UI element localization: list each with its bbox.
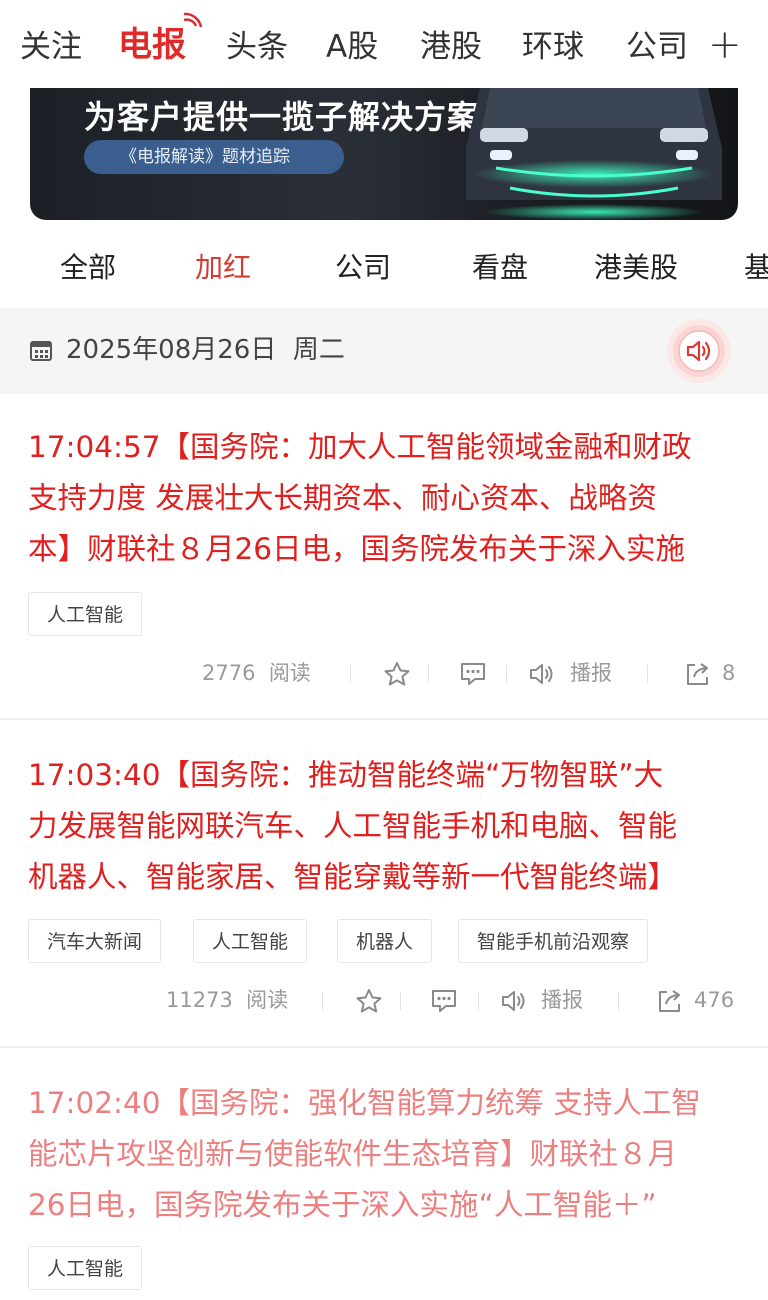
date-bar: 2025年08月26日 周二 (0, 308, 768, 394)
tab-hk-stocks[interactable]: 港股 (420, 26, 482, 68)
calendar-icon[interactable] (30, 339, 52, 361)
news-text: 17:03:40【国务院：推动智能终端“万物智联”大 力发展智能网联汽车、人工智… (28, 750, 740, 903)
divider (618, 992, 619, 1010)
add-channel-button[interactable]: + (708, 22, 742, 68)
weekday-label: 周二 (292, 335, 345, 365)
filter-tab-market[interactable]: 看盘 (472, 248, 528, 288)
read-count: 11273 阅读 (166, 988, 289, 1012)
tab-global[interactable]: 环球 (522, 26, 584, 68)
news-text-line: 能芯片攻坚创新与使能软件生态培育】财联社８月 (28, 1137, 678, 1171)
divider (400, 992, 401, 1010)
divider (428, 665, 429, 683)
share-count: 8 (722, 661, 736, 685)
divider (350, 665, 351, 683)
filter-tabs: 全部 加红 公司 看盘 港美股 基 (0, 238, 768, 298)
tag-chip[interactable]: 机器人 (337, 919, 433, 963)
news-headline: 【国务院：加大人工智能领域金融和财政 (160, 430, 692, 464)
broadcast-label[interactable]: 播报 (541, 980, 583, 1020)
filter-tab-hk-us[interactable]: 港美股 (594, 248, 678, 288)
tab-a-shares[interactable]: A股 (326, 26, 378, 68)
channel-nav: 关注 电报 头条 A股 港股 环球 公司 + (0, 0, 768, 90)
action-bar: 11273 阅读 播报 476 (0, 980, 768, 1020)
star-icon[interactable] (355, 988, 383, 1014)
broadcast-icon[interactable] (500, 988, 528, 1014)
signal-icon (183, 12, 202, 28)
tab-follow[interactable]: 关注 (20, 26, 82, 68)
tag-chip[interactable]: 汽车大新闻 (28, 919, 162, 963)
news-headline: 【国务院：强化智能算力统筹 支持人工智 (160, 1086, 701, 1120)
news-time: 17:04:57 (28, 430, 161, 464)
promo-banner[interactable]: 为客户提供一揽子解决方案 《电报解读》题材追踪 (30, 88, 738, 220)
comment-icon[interactable] (430, 988, 458, 1014)
tag-chip[interactable]: 人工智能 (193, 919, 308, 963)
filter-tab-all[interactable]: 全部 (60, 248, 116, 288)
tag-chip[interactable]: 人工智能 (28, 592, 143, 636)
tag-chip[interactable]: 智能手机前沿观察 (458, 919, 649, 963)
news-text: 17:04:57【国务院：加大人工智能领域金融和财政 支持力度 发展壮大长期资本… (28, 422, 740, 575)
divider (478, 992, 479, 1010)
divider (506, 665, 507, 683)
share-icon[interactable] (655, 988, 683, 1014)
news-time: 17:02:40 (28, 1086, 161, 1120)
tab-headlines[interactable]: 头条 (226, 26, 288, 68)
star-icon[interactable] (383, 661, 411, 687)
broadcast-label[interactable]: 播报 (570, 653, 612, 693)
banner-pill[interactable]: 《电报解读》题材追踪 (84, 140, 344, 174)
news-text-line: 支持力度 发展壮大长期资本、耐心资本、战略资 (28, 481, 657, 515)
news-headline: 【国务院：推动智能终端“万物智联”大 (160, 758, 664, 792)
car-illustration (466, 88, 722, 220)
news-time: 17:03:40 (28, 758, 161, 792)
tab-company[interactable]: 公司 (626, 26, 686, 68)
share-count: 476 (694, 988, 735, 1012)
action-bar: 2776 阅读 播报 8 (0, 653, 768, 693)
banner-headline: 为客户提供一揽子解决方案 (84, 98, 481, 136)
read-count: 2776 阅读 (202, 661, 311, 685)
item-divider (0, 1046, 768, 1048)
news-text-line: 机器人、智能家居、智能穿戴等新一代智能终端】 (28, 860, 678, 894)
filter-tab-highlighted[interactable]: 加红 (195, 248, 251, 288)
divider (647, 665, 648, 683)
broadcast-icon[interactable] (528, 661, 556, 687)
date-label[interactable]: 2025年08月26日 周二 (66, 330, 345, 370)
news-text-line: 力发展智能网联汽车、人工智能手机和电脑、智能 (28, 809, 678, 843)
divider (322, 992, 323, 1010)
news-text-line: 26日电，国务院发布关于深入实施“人工智能＋” (28, 1188, 657, 1222)
filter-tab-company[interactable]: 公司 (335, 248, 391, 288)
speaker-icon[interactable] (666, 318, 732, 384)
item-divider (0, 718, 768, 720)
tab-telegraph[interactable]: 电报 (118, 24, 186, 66)
share-icon[interactable] (683, 661, 711, 687)
filter-tab-more[interactable]: 基 (744, 248, 768, 288)
news-text: 17:02:40【国务院：强化智能算力统筹 支持人工智 能芯片攻坚创新与使能软件… (28, 1078, 740, 1231)
tag-chip[interactable]: 人工智能 (28, 1246, 143, 1290)
news-text-line: 本】财联社８月26日电，国务院发布关于深入实施 (28, 532, 686, 566)
comment-icon[interactable] (459, 661, 487, 687)
